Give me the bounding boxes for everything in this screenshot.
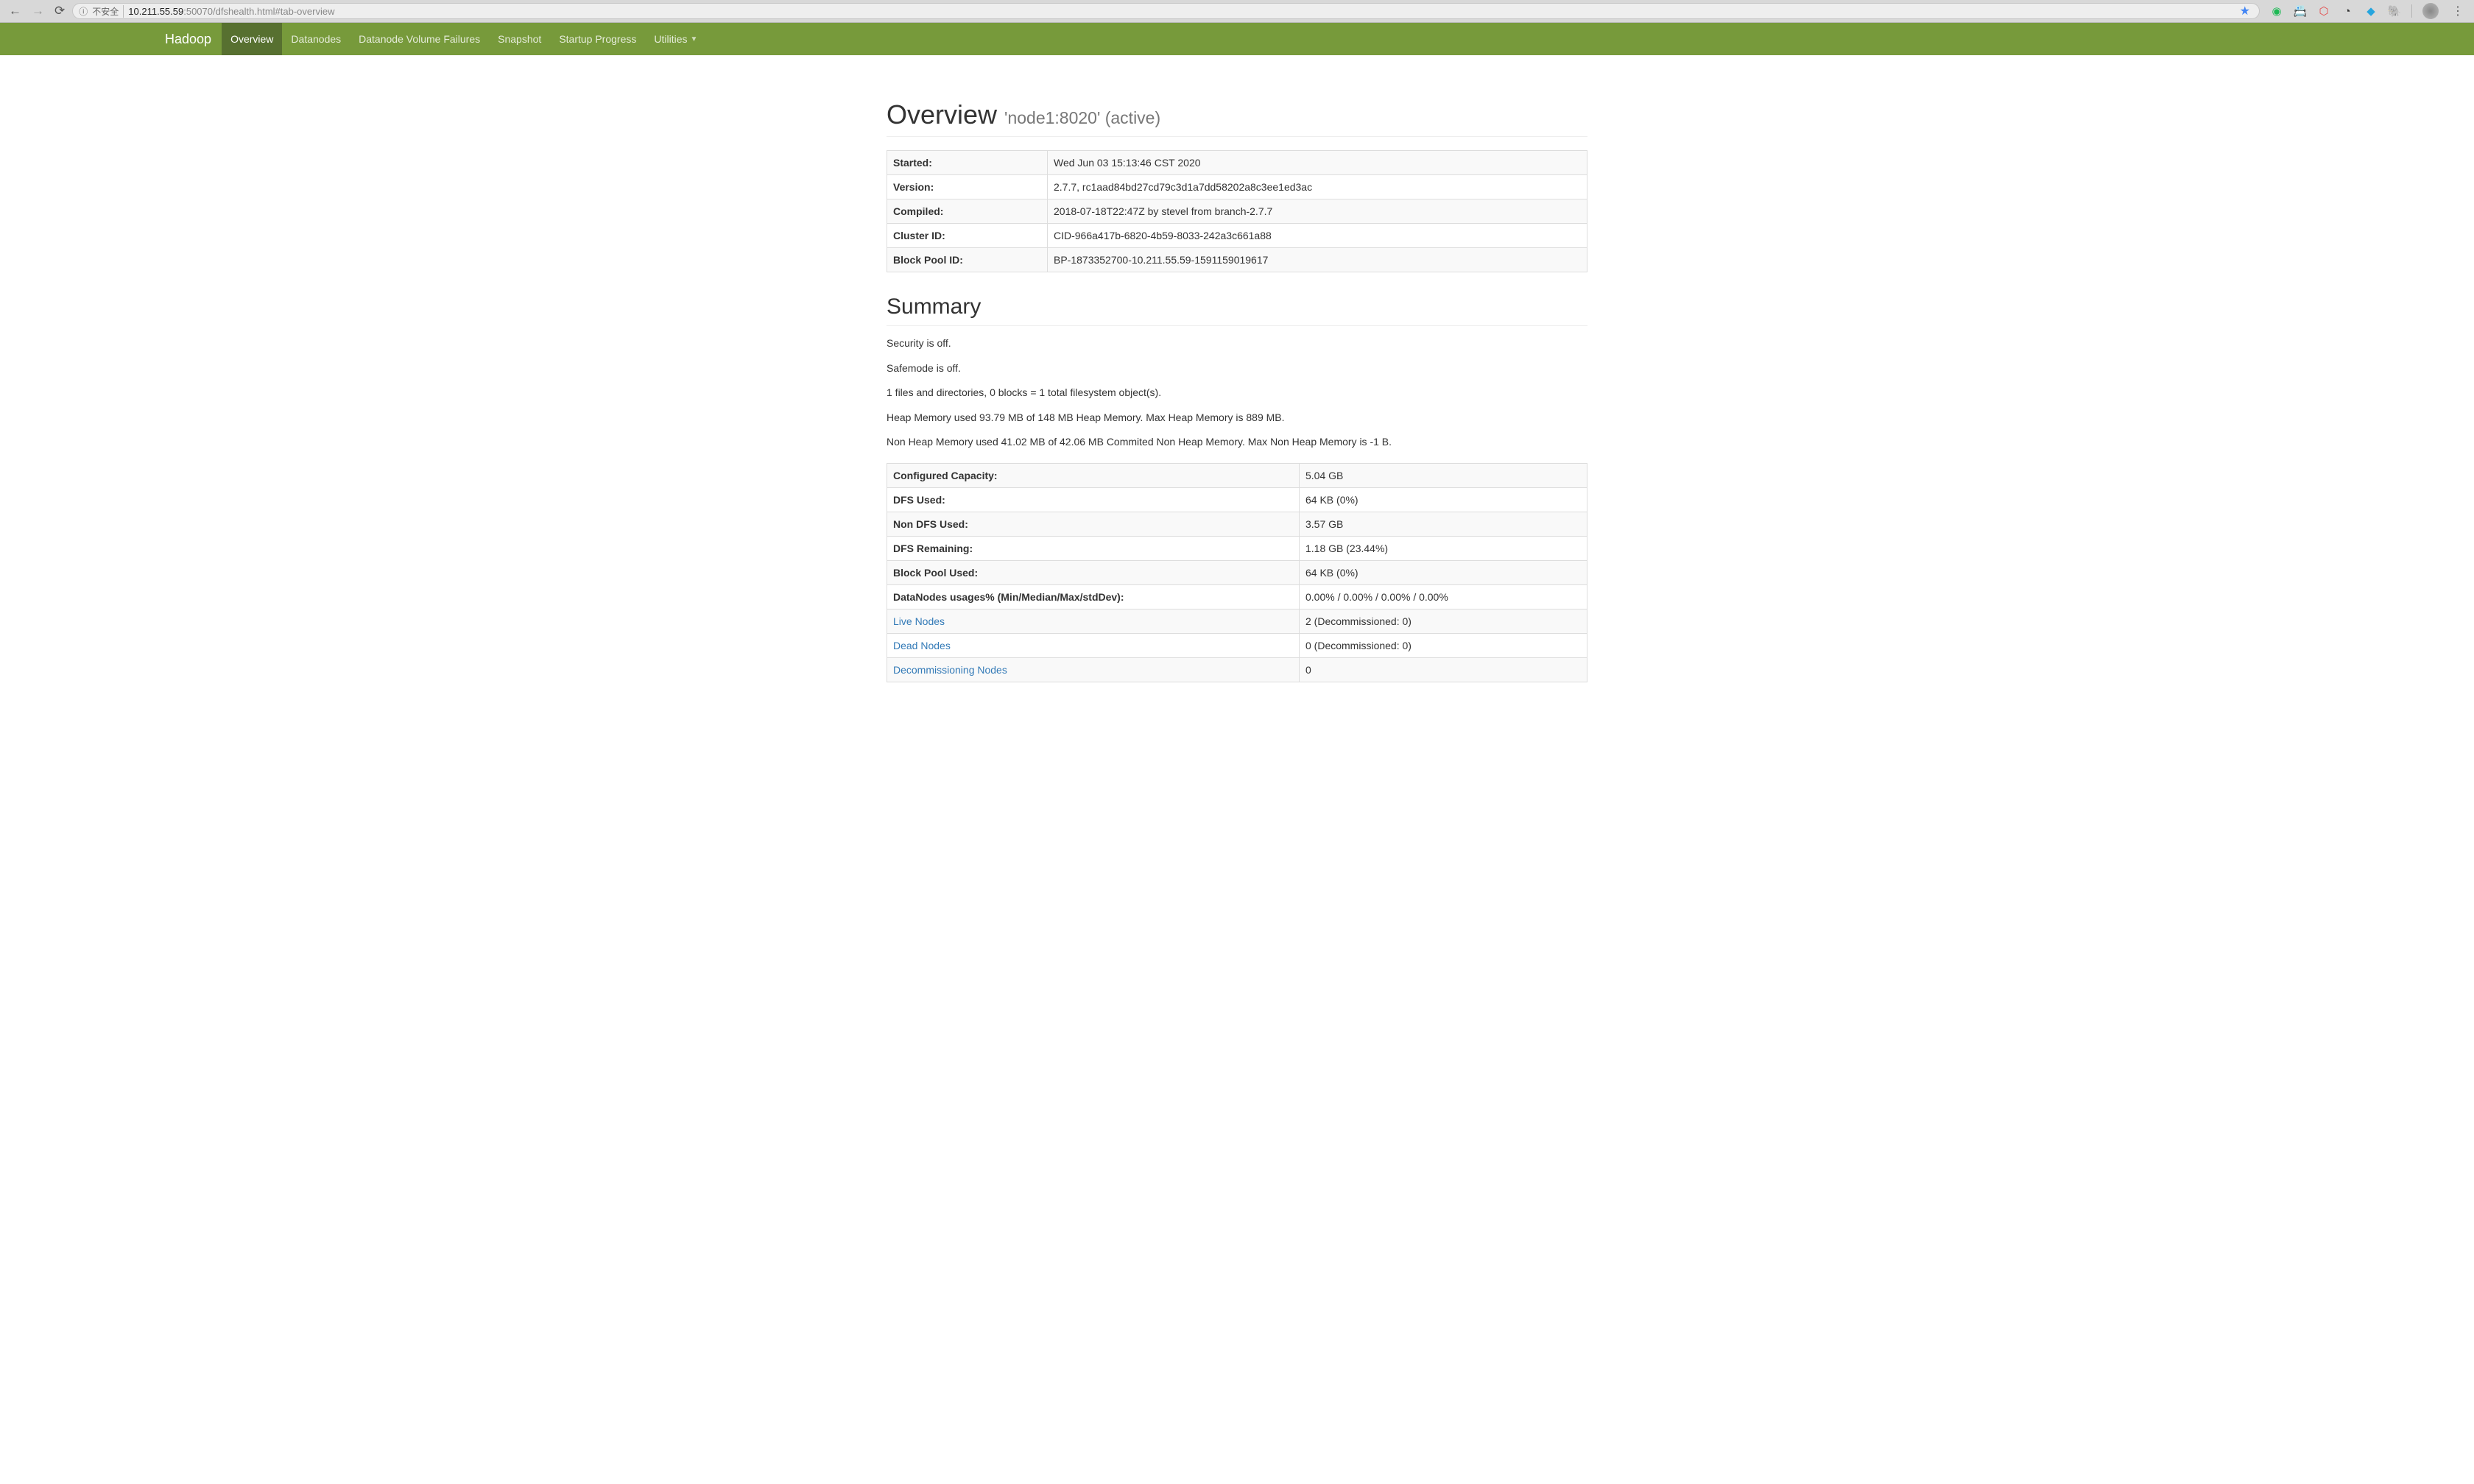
table-row: Started: Wed Jun 03 15:13:46 CST 2020 <box>887 151 1587 175</box>
extension-icon-5[interactable]: ◆ <box>2364 4 2378 18</box>
table-row: Dead Nodes 0 (Decommissioned: 0) <box>887 633 1587 657</box>
nav-overview[interactable]: Overview <box>222 23 282 55</box>
nav-utilities[interactable]: Utilities ▼ <box>645 23 706 55</box>
nav-snapshot[interactable]: Snapshot <box>489 23 550 55</box>
nav-utilities-label: Utilities <box>654 33 687 45</box>
row-label: Version: <box>887 175 1048 199</box>
table-row: Compiled: 2018-07-18T22:47Z by stevel fr… <box>887 199 1587 224</box>
page-title: Overview 'node1:8020' (active) <box>887 99 1587 137</box>
extension-icon-6[interactable]: 🐘 <box>2388 4 2401 18</box>
address-bar[interactable]: ⓘ 不安全 10.211.55.59:50070/dfshealth.html#… <box>72 3 2260 19</box>
row-value: 64 KB (0%) <box>1300 560 1587 584</box>
row-value: 0 <box>1300 657 1587 682</box>
table-row: Block Pool Used: 64 KB (0%) <box>887 560 1587 584</box>
row-label: Compiled: <box>887 199 1048 224</box>
row-value: 2 (Decommissioned: 0) <box>1300 609 1587 633</box>
page-content: Overview 'node1:8020' (active) Started: … <box>887 55 1587 725</box>
nav-datanode-volume-failures[interactable]: Datanode Volume Failures <box>350 23 489 55</box>
table-row: Live Nodes 2 (Decommissioned: 0) <box>887 609 1587 633</box>
row-value: 0.00% / 0.00% / 0.00% / 0.00% <box>1300 584 1587 609</box>
nav-startup-progress[interactable]: Startup Progress <box>550 23 645 55</box>
table-row: Version: 2.7.7, rc1aad84bd27cd79c3d1a7dd… <box>887 175 1587 199</box>
row-value: Wed Jun 03 15:13:46 CST 2020 <box>1048 151 1587 175</box>
overview-subtitle: 'node1:8020' (active) <box>1004 108 1160 127</box>
url-text: 10.211.55.59:50070/dfshealth.html#tab-ov… <box>128 6 2232 17</box>
summary-line: Non Heap Memory used 41.02 MB of 42.06 M… <box>887 435 1587 450</box>
bookmark-star-icon[interactable]: ★ <box>2237 4 2253 18</box>
row-label: DFS Remaining: <box>887 536 1300 560</box>
row-label: DFS Used: <box>887 487 1300 512</box>
url-path: :50070/dfshealth.html#tab-overview <box>183 6 334 17</box>
summary-heading: Summary <box>887 294 1587 326</box>
summary-line: Heap Memory used 93.79 MB of 148 MB Heap… <box>887 411 1587 425</box>
table-row: DataNodes usages% (Min/Median/Max/stdDev… <box>887 584 1587 609</box>
extension-icon-1[interactable]: ◉ <box>2270 4 2283 18</box>
row-value: 3.57 GB <box>1300 512 1587 536</box>
profile-avatar[interactable] <box>2422 3 2439 19</box>
dead-nodes-link[interactable]: Dead Nodes <box>893 640 951 651</box>
extension-divider <box>2411 4 2412 18</box>
chrome-menu-icon[interactable]: ⋮ <box>2449 4 2467 18</box>
row-value: 0 (Decommissioned: 0) <box>1300 633 1587 657</box>
row-label: Configured Capacity: <box>887 463 1300 487</box>
row-value: 2018-07-18T22:47Z by stevel from branch-… <box>1048 199 1587 224</box>
browser-toolbar: ← → ⟳ ⓘ 不安全 10.211.55.59:50070/dfshealth… <box>0 0 2474 23</box>
back-button[interactable]: ← <box>9 4 21 18</box>
table-row: Configured Capacity: 5.04 GB <box>887 463 1587 487</box>
extension-icon-3[interactable]: ⬡ <box>2317 4 2330 18</box>
row-label: Live Nodes <box>887 609 1300 633</box>
navbar-brand[interactable]: Hadoop <box>165 23 222 55</box>
row-label: Dead Nodes <box>887 633 1300 657</box>
overview-table: Started: Wed Jun 03 15:13:46 CST 2020 Ve… <box>887 150 1587 272</box>
row-label: Started: <box>887 151 1048 175</box>
extension-icon-2[interactable]: 📇 <box>2294 4 2307 18</box>
table-row: DFS Used: 64 KB (0%) <box>887 487 1587 512</box>
row-value: 5.04 GB <box>1300 463 1587 487</box>
decommissioning-nodes-link[interactable]: Decommissioning Nodes <box>893 664 1007 676</box>
live-nodes-link[interactable]: Live Nodes <box>893 615 945 627</box>
summary-table: Configured Capacity: 5.04 GB DFS Used: 6… <box>887 463 1587 682</box>
table-row: DFS Remaining: 1.18 GB (23.44%) <box>887 536 1587 560</box>
row-label: Cluster ID: <box>887 224 1048 248</box>
row-label: DataNodes usages% (Min/Median/Max/stdDev… <box>887 584 1300 609</box>
row-label: Decommissioning Nodes <box>887 657 1300 682</box>
nav-buttons: ← → ⟳ <box>4 4 65 18</box>
summary-line: Security is off. <box>887 336 1587 351</box>
url-host: 10.211.55.59 <box>128 6 183 17</box>
security-status: 不安全 <box>92 5 124 18</box>
summary-line: Safemode is off. <box>887 361 1587 376</box>
row-value: 64 KB (0%) <box>1300 487 1587 512</box>
forward-button[interactable]: → <box>32 4 44 18</box>
row-value: 2.7.7, rc1aad84bd27cd79c3d1a7dd58202a8c3… <box>1048 175 1587 199</box>
extension-icon-4[interactable]: ◔ <box>2341 4 2354 18</box>
table-row: Decommissioning Nodes 0 <box>887 657 1587 682</box>
row-label: Block Pool Used: <box>887 560 1300 584</box>
main-navbar: Hadoop Overview Datanodes Datanode Volum… <box>0 23 2474 55</box>
extension-icons: ◉ 📇 ⬡ ◔ ◆ 🐘 ⋮ <box>2267 3 2470 19</box>
row-value: 1.18 GB (23.44%) <box>1300 536 1587 560</box>
row-value: CID-966a417b-6820-4b59-8033-242a3c661a88 <box>1048 224 1587 248</box>
reload-button[interactable]: ⟳ <box>54 4 65 18</box>
table-row: Cluster ID: CID-966a417b-6820-4b59-8033-… <box>887 224 1587 248</box>
table-row: Block Pool ID: BP-1873352700-10.211.55.5… <box>887 248 1587 272</box>
chevron-down-icon: ▼ <box>691 35 698 43</box>
site-info-icon[interactable]: ⓘ <box>79 5 88 18</box>
row-label: Non DFS Used: <box>887 512 1300 536</box>
overview-heading: Overview <box>887 99 997 130</box>
table-row: Non DFS Used: 3.57 GB <box>887 512 1587 536</box>
row-label: Block Pool ID: <box>887 248 1048 272</box>
row-value: BP-1873352700-10.211.55.59-1591159019617 <box>1048 248 1587 272</box>
summary-line: 1 files and directories, 0 blocks = 1 to… <box>887 386 1587 400</box>
nav-datanodes[interactable]: Datanodes <box>282 23 350 55</box>
